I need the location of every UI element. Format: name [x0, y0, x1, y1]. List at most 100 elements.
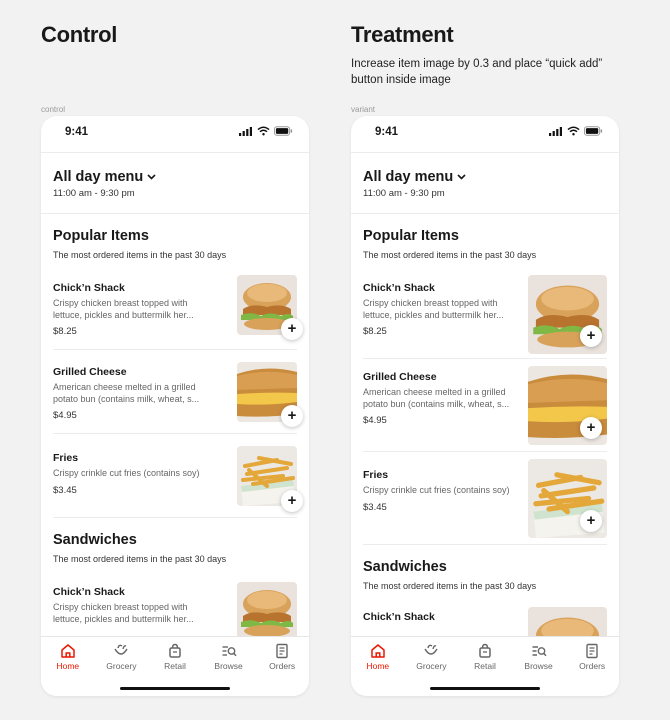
- bottom-nav: Home Grocery Retail Browse Orders: [41, 636, 309, 696]
- menu-hours: 11:00 am - 9:30 pm: [53, 188, 135, 199]
- item-name: Fries: [363, 469, 389, 481]
- section-subtitle: The most ordered items in the past 30 da…: [53, 554, 227, 564]
- item-price: $4.95: [363, 415, 387, 426]
- nav-label: Retail: [474, 661, 496, 671]
- nav-home[interactable]: Home: [353, 643, 403, 696]
- status-bar: 9:41: [41, 116, 309, 154]
- item-price: $4.95: [53, 410, 77, 421]
- menu-selector[interactable]: All day menu 11:00 am - 9:30 pm: [351, 153, 619, 214]
- wifi-icon: [257, 126, 270, 136]
- menu-item[interactable]: Chick’n Shack Crispy chicken breast topp…: [363, 266, 607, 359]
- item-description: Crispy crinkle cut fries (contains soy): [363, 485, 510, 495]
- item-price: $8.25: [53, 326, 77, 337]
- section-title: Sandwiches: [363, 559, 447, 575]
- nav-home[interactable]: Home: [43, 643, 93, 696]
- item-price: $3.45: [53, 484, 77, 496]
- item-description: Crispy chicken breast topped with lettuc…: [53, 298, 194, 320]
- menu-item[interactable]: Grilled Cheese American cheese melted in…: [53, 350, 303, 434]
- grocery-icon: [113, 643, 129, 659]
- section-subtitle: The most ordered items in the past 30 da…: [363, 581, 537, 591]
- menu-item[interactable]: Fries Crispy crinkle cut fries (contains…: [53, 434, 303, 518]
- menu-selector[interactable]: All day menu 11:00 am - 9:30 pm: [41, 153, 309, 214]
- item-description: Crispy chicken breast topped with lettuc…: [53, 602, 194, 624]
- wifi-icon: [567, 126, 580, 136]
- browse-icon: [531, 643, 547, 659]
- popular-section-header: Popular Items The most ordered items in …: [351, 214, 619, 266]
- control-tag: control: [41, 105, 66, 114]
- item-name: Chick’n Shack: [53, 282, 125, 294]
- home-icon: [370, 643, 386, 659]
- home-indicator: [430, 687, 540, 690]
- home-icon: [60, 643, 76, 659]
- nav-label: Grocery: [416, 661, 447, 671]
- section-subtitle: The most ordered items in the past 30 da…: [363, 250, 537, 260]
- status-time: 9:41: [375, 126, 399, 138]
- menu-item[interactable]: Chick’n Shack Crispy chicken breast topp…: [53, 570, 297, 636]
- status-time: 9:41: [65, 126, 89, 138]
- control-title: Control: [41, 22, 118, 47]
- menu-item[interactable]: Fries Crispy crinkle cut fries (contains…: [363, 452, 607, 545]
- item-name: Chick’n Shack: [363, 282, 435, 294]
- home-indicator: [120, 687, 230, 690]
- sandwiches-section-header: Sandwiches The most ordered items in the…: [351, 545, 619, 597]
- item-name: Chick’n Shack: [363, 611, 435, 623]
- item-price: $3.45: [363, 501, 387, 513]
- item-description: Crispy crinkle cut fries (contains soy): [53, 468, 200, 478]
- treatment-description: Increase item image by 0.3 and place “qu…: [351, 58, 603, 86]
- item-name: Fries: [53, 452, 79, 464]
- sandwiches-section-header: Sandwiches The most ordered items in the…: [41, 518, 309, 570]
- item-name: Chick’n Shack: [53, 586, 125, 598]
- nav-label: Grocery: [106, 661, 137, 671]
- quick-add-button[interactable]: +: [281, 318, 303, 340]
- item-description: American cheese melted in a grilled pota…: [53, 382, 200, 404]
- menu-scroll-area[interactable]: All day menu 11:00 am - 9:30 pm Popular …: [351, 152, 619, 636]
- status-bar: 9:41: [351, 116, 619, 154]
- browse-icon: [221, 643, 237, 659]
- item-name: Grilled Cheese: [53, 366, 127, 378]
- nav-label: Orders: [579, 661, 606, 671]
- nav-orders[interactable]: Orders: [257, 643, 307, 696]
- retail-icon: [477, 643, 493, 659]
- menu-hours: 11:00 am - 9:30 pm: [363, 188, 445, 199]
- popular-section-header: Popular Items The most ordered items in …: [41, 214, 309, 266]
- menu-title: All day menu: [363, 169, 454, 185]
- nav-label: Home: [56, 661, 80, 671]
- signal-icon: [549, 127, 563, 136]
- grocery-icon: [423, 643, 439, 659]
- quick-add-button[interactable]: +: [281, 490, 303, 512]
- quick-add-button[interactable]: +: [580, 510, 602, 532]
- menu-item[interactable]: Grilled Cheese American cheese melted in…: [363, 359, 607, 452]
- quick-add-button[interactable]: +: [281, 405, 303, 427]
- control-phone-frame: 9:41 All day menu 11:00 am - 9:30 pm Pop…: [41, 116, 309, 696]
- quick-add-button[interactable]: +: [580, 417, 602, 439]
- quick-add-button[interactable]: +: [580, 325, 602, 347]
- variant-phone-frame: 9:41 All day menu 11:00 am - 9:30 pm Pop…: [351, 116, 619, 696]
- bottom-nav: Home Grocery Retail Browse Orders: [351, 636, 619, 696]
- section-subtitle: The most ordered items in the past 30 da…: [53, 250, 227, 260]
- nav-label: Orders: [269, 661, 296, 671]
- item-description: American cheese melted in a grilled pota…: [363, 387, 510, 409]
- chevron-down-icon: [457, 174, 466, 180]
- treatment-title: Treatment: [351, 22, 454, 47]
- orders-icon: [274, 643, 290, 659]
- menu-item[interactable]: Chick’n Shack Crispy chicken breast topp…: [53, 266, 303, 350]
- menu-item[interactable]: Chick’n Shack: [363, 597, 607, 636]
- item-name: Grilled Cheese: [363, 371, 437, 383]
- section-title: Popular Items: [363, 228, 459, 244]
- orders-icon: [584, 643, 600, 659]
- item-image: [237, 582, 297, 636]
- menu-scroll-area[interactable]: All day menu 11:00 am - 9:30 pm Popular …: [41, 152, 309, 636]
- battery-icon: [274, 126, 293, 136]
- retail-icon: [167, 643, 183, 659]
- nav-orders[interactable]: Orders: [567, 643, 617, 696]
- menu-title: All day menu: [53, 169, 144, 185]
- signal-icon: [239, 127, 253, 136]
- item-image: [528, 607, 607, 636]
- battery-icon: [584, 126, 603, 136]
- nav-label: Browse: [524, 661, 553, 671]
- item-description: Crispy chicken breast topped with lettuc…: [363, 298, 504, 320]
- item-price: $8.25: [363, 326, 387, 337]
- nav-label: Browse: [214, 661, 243, 671]
- nav-label: Home: [366, 661, 390, 671]
- chevron-down-icon: [147, 174, 156, 180]
